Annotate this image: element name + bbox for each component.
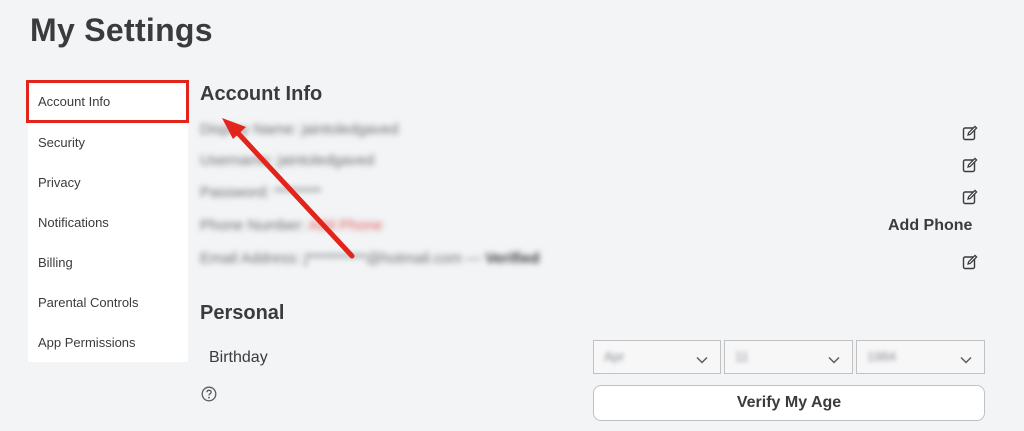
edit-email-icon[interactable] bbox=[962, 254, 978, 270]
add-phone-button[interactable]: Add Phone bbox=[888, 217, 972, 235]
sidebar-item-notifications[interactable]: Notifications bbox=[28, 202, 188, 242]
edit-password-icon[interactable] bbox=[962, 189, 978, 205]
sidebar-item-account-info[interactable]: Account Info bbox=[26, 80, 189, 123]
page-title: My Settings bbox=[30, 12, 213, 48]
display-name-row: Display Name: jaintoledgaved bbox=[200, 121, 399, 138]
birth-year-value: 1984 bbox=[867, 349, 896, 364]
chevron-down-icon bbox=[828, 352, 840, 364]
birthday-label: Birthday bbox=[209, 349, 268, 366]
help-icon[interactable] bbox=[201, 386, 217, 402]
sidebar-item-security[interactable]: Security bbox=[28, 122, 188, 162]
chevron-down-icon bbox=[960, 352, 972, 364]
sidebar-item-billing[interactable]: Billing bbox=[28, 242, 188, 282]
personal-header: Personal bbox=[200, 302, 285, 324]
account-info-header: Account Info bbox=[200, 83, 323, 105]
birth-day-select[interactable]: 11 bbox=[724, 340, 853, 374]
edit-display-name-icon[interactable] bbox=[962, 125, 978, 141]
phone-add-link: Add Phone bbox=[308, 217, 383, 234]
username-text: Username: bbox=[200, 152, 278, 169]
sidebar-item-privacy[interactable]: Privacy bbox=[28, 162, 188, 202]
birth-month-value: Apr bbox=[604, 349, 625, 364]
birth-year-select[interactable]: 1984 bbox=[856, 340, 985, 374]
phone-row: Phone Number: Add Phone bbox=[200, 217, 383, 234]
sidebar-item-parental-controls[interactable]: Parental Controls bbox=[28, 282, 188, 322]
email-label-text: Email Address: bbox=[200, 250, 305, 267]
email-verified-text: Verified bbox=[485, 250, 540, 267]
verify-my-age-button[interactable]: Verify My Age bbox=[593, 385, 985, 421]
birth-day-value: 11 bbox=[735, 349, 749, 364]
email-value-text: @hotmail.com bbox=[365, 250, 463, 267]
username-row: Username: jaintoledgaved bbox=[200, 152, 375, 169]
display-name-text: Display Name: bbox=[200, 121, 302, 138]
birth-month-select[interactable]: Apr bbox=[593, 340, 721, 374]
settings-sidebar: Account Info Security Privacy Notificati… bbox=[26, 80, 189, 362]
sidebar-item-app-permissions[interactable]: App Permissions bbox=[28, 322, 188, 362]
edit-username-icon[interactable] bbox=[962, 157, 978, 173]
email-row: Email Address: j**********@hotmail.com —… bbox=[200, 250, 540, 267]
chevron-down-icon bbox=[696, 352, 708, 364]
password-row: Password: ******** bbox=[200, 184, 321, 201]
phone-label-text: Phone Number: bbox=[200, 217, 309, 234]
